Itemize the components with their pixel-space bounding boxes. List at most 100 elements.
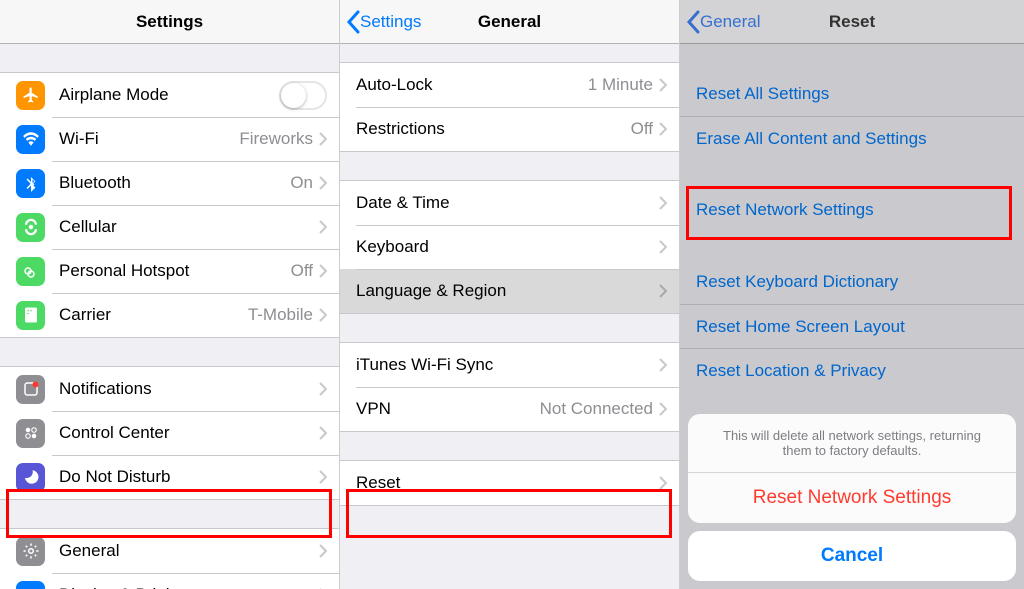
row-itunes-wifi-sync[interactable]: iTunes Wi-Fi Sync	[340, 343, 679, 387]
row-general[interactable]: General	[0, 529, 339, 573]
row-reset-location-privacy[interactable]: Reset Location & Privacy	[680, 348, 1024, 392]
autolock-detail: 1 Minute	[588, 75, 653, 95]
row-reset-home-screen[interactable]: Reset Home Screen Layout	[680, 304, 1024, 348]
carrier-detail: T-Mobile	[248, 305, 313, 325]
reset-label: Reset	[356, 473, 400, 493]
row-vpn[interactable]: VPN Not Connected	[340, 387, 679, 431]
bluetooth-label: Bluetooth	[59, 173, 131, 193]
row-date-time[interactable]: Date & Time	[340, 181, 679, 225]
sheet-action-reset-network[interactable]: Reset Network Settings	[688, 473, 1016, 523]
reset-body: Reset All Settings Erase All Content and…	[680, 44, 1024, 589]
back-button-general[interactable]: General	[686, 10, 760, 34]
display-label: Display & Brightness	[59, 585, 216, 589]
chevron-right-icon	[319, 176, 327, 190]
page-title: Settings	[136, 12, 203, 32]
group-notifications: Notifications Control Center Do Not Dist…	[0, 366, 339, 500]
chevron-right-icon	[659, 78, 667, 92]
hotspot-label: Personal Hotspot	[59, 261, 189, 281]
page-title: General	[478, 12, 541, 32]
general-icon	[16, 537, 45, 566]
cellular-label: Cellular	[59, 217, 117, 237]
sheet-cancel-button[interactable]: Cancel	[688, 531, 1016, 581]
chevron-right-icon	[659, 284, 667, 298]
airplane-toggle[interactable]	[279, 81, 327, 110]
row-personal-hotspot[interactable]: Personal Hotspot Off	[0, 249, 339, 293]
datetime-label: Date & Time	[356, 193, 450, 213]
chevron-right-icon	[319, 264, 327, 278]
vpn-detail: Not Connected	[540, 399, 653, 419]
row-reset[interactable]: Reset	[340, 461, 679, 505]
chevron-right-icon	[659, 476, 667, 490]
row-auto-lock[interactable]: Auto-Lock 1 Minute	[340, 63, 679, 107]
row-language-region[interactable]: Language & Region	[340, 269, 679, 313]
settings-root-panel: Settings Airplane Mode Wi-Fi Fireworks	[0, 0, 340, 589]
notifications-label: Notifications	[59, 379, 152, 399]
display-icon: AA	[16, 581, 45, 589]
sheet-message: This will delete all network settings, r…	[688, 414, 1016, 473]
chevron-right-icon	[659, 358, 667, 372]
restrictions-label: Restrictions	[356, 119, 445, 139]
wifi-detail: Fireworks	[239, 129, 313, 149]
row-reset-keyboard-dict[interactable]: Reset Keyboard Dictionary	[680, 260, 1024, 304]
row-keyboard[interactable]: Keyboard	[340, 225, 679, 269]
hotspot-icon	[16, 257, 45, 286]
chevron-right-icon	[319, 426, 327, 440]
reset-panel: General Reset Reset All Settings Erase A…	[680, 0, 1024, 589]
group-autolock: Auto-Lock 1 Minute Restrictions Off	[340, 62, 679, 152]
row-control-center[interactable]: Control Center	[0, 411, 339, 455]
navbar-general: Settings General	[340, 0, 679, 44]
back-button-settings[interactable]: Settings	[346, 10, 421, 34]
back-label: Settings	[360, 12, 421, 32]
vpn-label: VPN	[356, 399, 391, 419]
wifi-icon	[16, 125, 45, 154]
chevron-right-icon	[659, 240, 667, 254]
cellular-icon	[16, 213, 45, 242]
row-restrictions[interactable]: Restrictions Off	[340, 107, 679, 151]
page-title: Reset	[829, 12, 875, 32]
restrictions-detail: Off	[631, 119, 653, 139]
row-reset-all-settings[interactable]: Reset All Settings	[680, 72, 1024, 116]
chevron-right-icon	[659, 402, 667, 416]
group-general: General AA Display & Brightness	[0, 528, 339, 589]
group-reset-network: Reset Network Settings	[680, 188, 1024, 232]
group-reset-other: Reset Keyboard Dictionary Reset Home Scr…	[680, 260, 1024, 392]
chevron-right-icon	[319, 544, 327, 558]
carrier-icon	[16, 301, 45, 330]
row-display-brightness[interactable]: AA Display & Brightness	[0, 573, 339, 589]
row-reset-network-settings[interactable]: Reset Network Settings	[680, 188, 1024, 232]
row-bluetooth[interactable]: Bluetooth On	[0, 161, 339, 205]
chevron-right-icon	[319, 308, 327, 322]
group-date-keyboard: Date & Time Keyboard Language & Region	[340, 180, 679, 314]
control-center-icon	[16, 419, 45, 448]
row-dnd[interactable]: Do Not Disturb	[0, 455, 339, 499]
bluetooth-detail: On	[290, 173, 313, 193]
airplane-label: Airplane Mode	[59, 85, 169, 105]
group-reset-all: Reset All Settings Erase All Content and…	[680, 72, 1024, 160]
row-carrier[interactable]: Carrier T-Mobile	[0, 293, 339, 337]
autolock-label: Auto-Lock	[356, 75, 433, 95]
row-erase-all[interactable]: Erase All Content and Settings	[680, 116, 1024, 160]
row-cellular[interactable]: Cellular	[0, 205, 339, 249]
row-wifi[interactable]: Wi-Fi Fireworks	[0, 117, 339, 161]
bluetooth-icon	[16, 169, 45, 198]
airplane-icon	[16, 81, 45, 110]
general-label: General	[59, 541, 119, 561]
row-notifications[interactable]: Notifications	[0, 367, 339, 411]
group-itunes-vpn: iTunes Wi-Fi Sync VPN Not Connected	[340, 342, 679, 432]
general-panel: Settings General Auto-Lock 1 Minute Rest…	[340, 0, 680, 589]
chevron-right-icon	[319, 132, 327, 146]
action-sheet: This will delete all network settings, r…	[688, 414, 1016, 581]
group-connectivity: Airplane Mode Wi-Fi Fireworks Bluetooth	[0, 72, 339, 338]
language-label: Language & Region	[356, 281, 506, 301]
row-airplane-mode[interactable]: Airplane Mode	[0, 73, 339, 117]
notifications-icon	[16, 375, 45, 404]
carrier-label: Carrier	[59, 305, 111, 325]
hotspot-detail: Off	[291, 261, 313, 281]
keyboard-label: Keyboard	[356, 237, 429, 257]
dnd-label: Do Not Disturb	[59, 467, 170, 487]
navbar-settings: Settings	[0, 0, 339, 44]
chevron-right-icon	[659, 196, 667, 210]
sheet-top: This will delete all network settings, r…	[688, 414, 1016, 523]
chevron-right-icon	[319, 470, 327, 484]
chevron-right-icon	[659, 122, 667, 136]
